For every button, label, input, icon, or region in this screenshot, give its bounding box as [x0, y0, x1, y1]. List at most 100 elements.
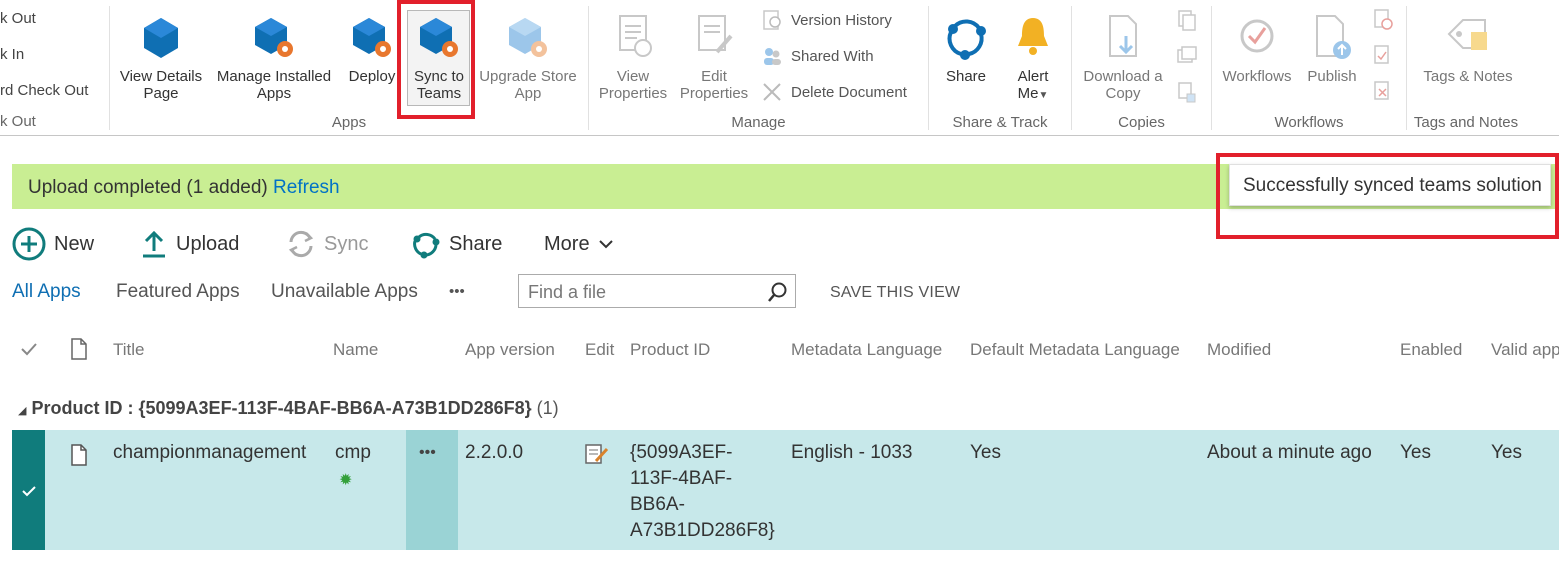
- group-divider: [1071, 6, 1072, 130]
- sync-to-teams-highlight: [397, 0, 475, 119]
- workflow-icon: [1240, 19, 1274, 53]
- tags-notes-group-label: Tags and Notes: [1413, 114, 1519, 131]
- manage-group-label: Manage: [731, 114, 786, 131]
- tags-notes-label: Tags & Notes: [1423, 68, 1513, 85]
- upload-button[interactable]: Upload: [140, 226, 239, 262]
- app-cube-icon: [144, 18, 178, 58]
- edit-properties-label: Edit Properties: [679, 68, 749, 102]
- cancel-approval-icon[interactable]: [1371, 80, 1395, 104]
- upgrade-store-app-button[interactable]: Upgrade Store App: [476, 8, 580, 102]
- column-header-app-version[interactable]: App version: [465, 340, 555, 360]
- more-views-button[interactable]: •••: [449, 283, 465, 300]
- alert-me-button[interactable]: Alert Me▼: [1002, 8, 1064, 104]
- app-cube-gear-icon: [353, 18, 391, 57]
- group-divider: [588, 6, 589, 130]
- publish-icon: [1316, 15, 1351, 59]
- more-label: More: [544, 232, 590, 255]
- discard-check-out-button[interactable]: rd Check Out: [0, 82, 88, 99]
- refresh-link[interactable]: Refresh: [273, 177, 340, 198]
- column-header-product-id[interactable]: Product ID: [630, 340, 710, 360]
- group-count: (1): [536, 398, 559, 418]
- check-out-button[interactable]: k Out: [0, 10, 36, 27]
- manage-installed-apps-button[interactable]: Manage Installed Apps: [212, 8, 336, 102]
- share-icon: [413, 232, 440, 259]
- unpublish-icon[interactable]: [1371, 8, 1395, 32]
- column-header-title[interactable]: Title: [113, 340, 145, 360]
- file-type-icon: [71, 338, 87, 360]
- edit-properties-icon: [698, 15, 733, 54]
- group-header[interactable]: ◢ Product ID : {5099A3EF-113F-4BAF-BB6A-…: [18, 398, 559, 419]
- edit-properties-button[interactable]: Edit Properties: [674, 8, 754, 102]
- shared-with-icon: [764, 48, 781, 65]
- bell-icon: [1018, 18, 1048, 55]
- share-button[interactable]: Share: [411, 226, 502, 262]
- delete-document-button[interactable]: Delete Document: [761, 81, 907, 103]
- workflows-label: Workflows: [1222, 68, 1292, 85]
- column-header-edit[interactable]: Edit: [585, 340, 614, 360]
- copies-group-label: Copies: [1118, 114, 1165, 131]
- publish-button[interactable]: Publish: [1300, 8, 1364, 85]
- copy-icon[interactable]: [1175, 8, 1199, 32]
- upgrade-store-label: Upgrade Store App: [479, 68, 577, 102]
- send-to-icon[interactable]: [1175, 44, 1199, 68]
- download-copy-button[interactable]: Download a Copy: [1076, 8, 1170, 102]
- search-icon[interactable]: [767, 281, 789, 303]
- sync-label: Sync: [324, 232, 369, 255]
- row-select-checkbox[interactable]: [12, 430, 45, 550]
- check-in-button[interactable]: k In: [0, 46, 24, 63]
- download-copy-label: Download a Copy: [1083, 68, 1163, 102]
- row-enabled: Yes: [1400, 442, 1431, 463]
- collapse-triangle-icon[interactable]: ◢: [18, 405, 26, 417]
- tab-featured-apps[interactable]: Featured Apps: [116, 281, 240, 303]
- share-track-group-label: Share & Track: [952, 114, 1048, 131]
- manage-copies-icon[interactable]: [1175, 80, 1199, 104]
- view-properties-label: View Properties: [598, 68, 668, 102]
- delete-icon: [763, 83, 781, 101]
- product-id-line: A73B1DD286F8}: [630, 520, 775, 541]
- column-header-enabled[interactable]: Enabled: [1400, 340, 1462, 360]
- product-id-line: BB6A-: [630, 494, 685, 515]
- view-properties-button[interactable]: View Properties: [594, 8, 672, 102]
- new-label: New: [54, 232, 95, 255]
- search-input[interactable]: Find a file: [518, 274, 796, 308]
- more-button[interactable]: More: [544, 226, 614, 262]
- column-header-default-metadata-language[interactable]: Default Metadata Language: [970, 340, 1180, 360]
- row-title-link[interactable]: championmanagement: [113, 440, 306, 466]
- row-name: cmp: [335, 442, 371, 463]
- sync-button[interactable]: Sync: [286, 226, 368, 262]
- new-button[interactable]: New: [12, 226, 94, 262]
- share-icon: [947, 19, 986, 60]
- tab-unavailable-apps[interactable]: Unavailable Apps: [271, 281, 418, 303]
- product-id-line: 113F-4BAF-: [630, 468, 733, 489]
- select-all-checkmark-icon[interactable]: [20, 341, 38, 357]
- view-details-page-button[interactable]: View Details Page: [115, 8, 207, 102]
- row-default-metadata-language: Yes: [970, 442, 1001, 463]
- column-header-valid-app[interactable]: Valid app: [1491, 340, 1559, 360]
- share-ribbon-button[interactable]: Share: [934, 8, 998, 85]
- check-out-label: k Out: [0, 10, 36, 27]
- new-item-icon: ✹: [339, 472, 353, 489]
- tags-notes-button[interactable]: Tags & Notes: [1422, 8, 1514, 85]
- sync-icon: [288, 230, 314, 258]
- check-in-label: k In: [0, 46, 25, 63]
- deploy-label: Deploy: [348, 68, 396, 85]
- column-header-metadata-language[interactable]: Metadata Language: [791, 340, 942, 360]
- tab-all-apps[interactable]: All Apps: [12, 281, 81, 303]
- row-menu-button[interactable]: •••: [406, 430, 458, 550]
- approve-icon[interactable]: [1371, 44, 1395, 68]
- row-app-version: 2.2.0.0: [465, 442, 524, 463]
- save-this-view-link[interactable]: SAVE THIS VIEW: [830, 284, 960, 302]
- add-circle-icon: [12, 227, 46, 261]
- version-history-button[interactable]: Version History: [761, 9, 892, 31]
- chevron-down-icon: [598, 240, 613, 249]
- column-header-modified[interactable]: Modified: [1207, 340, 1271, 360]
- shared-with-button[interactable]: Shared With: [761, 45, 874, 67]
- ribbon: k Out k In rd Check Out k Out View Detai…: [0, 0, 1559, 136]
- edit-icon[interactable]: [584, 442, 610, 466]
- ellipsis-icon: •••: [419, 444, 436, 461]
- group-divider: [109, 6, 110, 130]
- share-label: Share: [449, 232, 503, 255]
- group-divider: [1406, 6, 1407, 130]
- workflows-button[interactable]: Workflows: [1216, 8, 1298, 85]
- column-header-name[interactable]: Name: [333, 340, 378, 360]
